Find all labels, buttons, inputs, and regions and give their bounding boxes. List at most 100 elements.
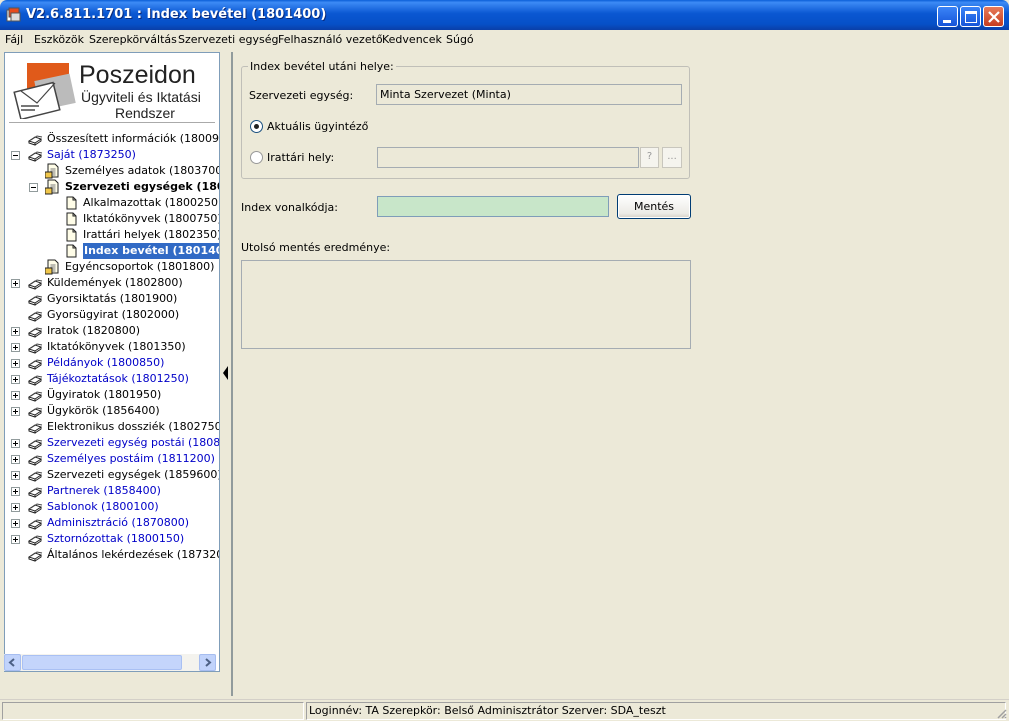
tree-item[interactable]: Szervezeti egység postái (1808000) [5,435,219,451]
tree-item[interactable]: Sztornózottak (1800150) [5,531,219,547]
tree-item[interactable]: Iktatókönyvek (1801350) [5,339,219,355]
book-icon [27,503,43,514]
tree-item-label: Összesített információk (1800950) [47,132,219,145]
resize-grip-icon[interactable] [995,707,1007,719]
minimize-button[interactable] [937,6,958,27]
close-button[interactable] [983,6,1004,27]
help-button[interactable]: ? [640,147,659,168]
expand-icon[interactable] [11,487,20,496]
tree-item[interactable]: Sablonok (1800100) [5,499,219,515]
tree-item-label: Adminisztráció (1870800) [47,516,190,529]
tree-item[interactable]: Alkalmazottak (1800250) [5,195,219,211]
tree-item[interactable]: Partnerek (1858400) [5,483,219,499]
expand-icon[interactable] [11,327,20,336]
tree-item[interactable]: Index bevétel (1801400 [5,243,219,259]
tree-item-label: Személyes adatok (1803700) [65,164,219,177]
tree-item[interactable]: Általános lekérdezések (1873200) [5,547,219,563]
book-icon [27,295,43,306]
book-icon [27,327,43,338]
tree-item[interactable]: Személyes adatok (1803700) [5,163,219,179]
tree-item[interactable]: Iratok (1820800) [5,323,219,339]
tree-item-label: Általános lekérdezések (1873200) [47,548,219,561]
logo-subtitle-2: Rendszer [115,105,175,121]
expand-icon[interactable] [11,359,20,368]
tree-item[interactable]: Küldemények (1802800) [5,275,219,291]
radio-current-handler[interactable] [250,120,263,133]
navigation-tree: Összesített információk (1800950) Saját (… [5,129,219,654]
tree-item[interactable]: Saját (1873250) [5,147,219,163]
barcode-input[interactable] [377,196,609,217]
book-icon [27,279,43,290]
panel-divider [231,52,233,696]
book-icon [27,471,43,482]
expand-icon[interactable] [11,391,20,400]
radio-archive-location-label[interactable]: Irattári hely: [267,151,334,164]
chevron-left-icon [8,658,15,667]
menu-favorites[interactable]: Kedvencek [382,33,442,46]
status-pane-empty [2,702,304,720]
menu-help[interactable]: Súgó [446,33,474,46]
book-icon [27,135,43,146]
save-button[interactable]: Mentés [617,194,691,219]
tree-item[interactable]: Szervezeti egységek (1803 [5,179,219,195]
panel-splitter[interactable] [221,358,230,388]
tree-item[interactable]: Tájékoztatások (1801250) [5,371,219,387]
scroll-right-button[interactable] [199,654,216,671]
expand-icon[interactable] [11,375,20,384]
tree-horizontal-scrollbar[interactable] [4,654,216,671]
menu-tools[interactable]: Eszközök [34,33,84,46]
expand-icon[interactable] [11,343,20,352]
book-icon [27,487,43,498]
expand-icon[interactable] [11,503,20,512]
radio-archive-location[interactable] [250,151,263,164]
tree-item-label: Példányok (1800850) [47,356,165,369]
expand-icon[interactable] [11,439,20,448]
tree-item[interactable]: Példányok (1800850) [5,355,219,371]
tree-item-label: Személyes postáim (1811200) [47,452,215,465]
tree-item-label: Egyéncsoportok (1801800) [65,260,215,273]
title-bar[interactable]: V2.6.811.1701 : Index bevétel (1801400) [0,0,1009,30]
tree-item[interactable]: Gyorsügyirat (1802000) [5,307,219,323]
tree-item[interactable]: Ügykörök (1856400) [5,403,219,419]
menu-org-unit[interactable]: Szervezeti egység [178,33,278,46]
tree-item[interactable]: Elektronikus dossziék (1802750) [5,419,219,435]
expand-icon[interactable] [11,279,20,288]
expand-icon[interactable] [11,407,20,416]
tree-item[interactable]: Összesített információk (1800950) [5,131,219,147]
tree-item[interactable]: Adminisztráció (1870800) [5,515,219,531]
tree-item[interactable]: Irattári helyek (1802350) [5,227,219,243]
tree-item-label: Szervezeti egységek (1803 [65,180,219,193]
maximize-icon [965,11,977,23]
document-grid-icon [45,259,59,275]
scroll-thumb[interactable] [22,655,182,670]
tree-item[interactable]: Gyorsiktatás (1801900) [5,291,219,307]
maximize-button[interactable] [960,6,981,27]
tree-item-label: Ügykörök (1856400) [47,404,160,417]
collapse-icon[interactable] [29,183,38,192]
menu-role-switch[interactable]: Szerepkörváltás [89,33,177,46]
org-unit-field[interactable]: Minta Szervezet (Minta) [376,84,682,105]
menu-file[interactable]: Fájl [5,33,23,46]
scroll-left-button[interactable] [4,654,21,671]
expand-icon[interactable] [11,455,20,464]
tree-item-label: Gyorsiktatás (1801900) [47,292,178,305]
menu-user-manager[interactable]: Felhasználó vezető [278,33,383,46]
browse-button[interactable]: ... [662,147,682,168]
last-save-result-box [241,260,691,349]
expand-icon[interactable] [11,519,20,528]
tree-item[interactable]: Iktatókönyvek (1800750) [5,211,219,227]
expand-icon[interactable] [11,471,20,480]
logo-title: Poszeidon [79,61,196,89]
tree-item[interactable]: Ügyiratok (1801950) [5,387,219,403]
tree-item[interactable]: Egyéncsoportok (1801800) [5,259,219,275]
radio-current-handler-label[interactable]: Aktuális ügyintéző [267,120,368,133]
status-text: Loginnév: TA Szerepkör: Belső Adminisztr… [309,704,666,717]
tree-item[interactable]: Szervezeti egységek (1859600) [5,467,219,483]
collapse-arrow-icon [223,366,228,380]
minimize-icon [943,20,951,23]
collapse-icon[interactable] [11,151,20,160]
tree-item[interactable]: Személyes postáim (1811200) [5,451,219,467]
expand-icon[interactable] [11,535,20,544]
tree-item-label: Saját (1873250) [47,148,136,161]
status-bar: Loginnév: TA Szerepkör: Belső Adminisztr… [0,699,1009,721]
